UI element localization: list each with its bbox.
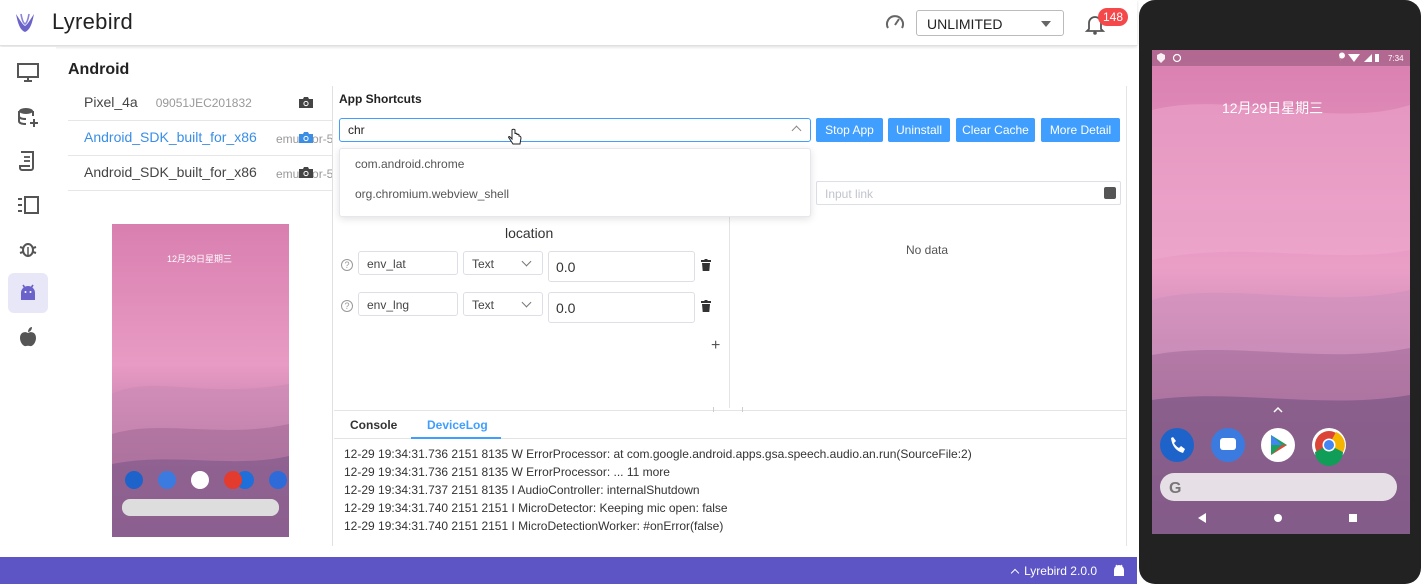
env-key-input[interactable]: env_lat [358, 251, 458, 275]
version-text: Lyrebird 2.0.0 [1024, 564, 1097, 578]
document-nav-button[interactable] [8, 141, 48, 181]
chevron-down-icon [521, 256, 532, 267]
mode-value: UNLIMITED [927, 16, 1003, 32]
device-name: Android_SDK_built_for_x86 [84, 164, 257, 180]
clear-cache-button[interactable]: Clear Cache [956, 118, 1035, 142]
caret-down-icon [1041, 21, 1051, 27]
svg-text:G: G [1169, 480, 1181, 497]
lockscreen-date: 12月29日星期三 [1222, 100, 1324, 116]
top-bar: Lyrebird UNLIMITED 148 [0, 0, 1137, 46]
bug-nav-button[interactable] [8, 229, 48, 269]
camera-icon[interactable] [298, 96, 314, 109]
datamanager-nav-button[interactable] [8, 97, 48, 137]
divider [729, 215, 730, 408]
device-item[interactable]: Android_SDK_built_for_x86emulator-5 [68, 121, 332, 156]
link-placeholder: Input link [825, 187, 874, 201]
mode-select[interactable]: UNLIMITED [916, 10, 1064, 36]
type-select[interactable]: Text [463, 292, 543, 316]
chevron-up-icon [791, 125, 802, 136]
help-icon[interactable]: ? [341, 259, 353, 271]
apple-icon [20, 327, 36, 347]
link-input[interactable]: Input link [816, 181, 1121, 205]
checklist-nav-button[interactable] [8, 185, 48, 225]
device-screenshot-thumbnail[interactable]: 12月29日星期三 [112, 224, 289, 537]
type-select[interactable]: Text [463, 251, 543, 275]
device-log[interactable]: 12-29 19:34:31.736 2151 8135 W ErrorProc… [344, 445, 1124, 540]
stop-app-button[interactable]: Stop App [816, 118, 883, 142]
status-time: 7:34 [1388, 54, 1404, 63]
location-title: location [505, 225, 554, 241]
trash-icon[interactable] [701, 300, 711, 312]
dropdown-option[interactable]: com.android.chrome [340, 149, 810, 179]
app-shortcuts-heading: App Shortcuts [339, 92, 422, 106]
uninstall-button[interactable]: Uninstall [888, 118, 950, 142]
android-icon[interactable] [1113, 564, 1125, 577]
log-line: 12-29 19:34:31.736 2151 8135 W ErrorProc… [344, 447, 972, 461]
emulator-screen[interactable]: G 7:34 12月29日星期三 [1152, 50, 1410, 534]
env-value-input[interactable]: 0.0 [548, 292, 695, 323]
device-list: Pixel_4a 09051JEC201832 Android_SDK_built… [68, 86, 332, 191]
camera-icon[interactable] [298, 166, 314, 179]
empty-state: No data [906, 243, 949, 257]
active-tab-indicator [411, 437, 501, 439]
log-line: 12-29 19:34:31.737 2151 8135 I AudioCont… [344, 483, 700, 497]
dropdown-option[interactable]: org.chromium.webview_shell [340, 179, 810, 209]
bug-icon [19, 243, 37, 257]
open-link-icon[interactable] [1104, 187, 1116, 199]
resize-handle[interactable] [713, 407, 743, 412]
device-name: Android_SDK_built_for_x86 [84, 129, 257, 145]
log-line: 12-29 19:34:31.736 2151 8135 W ErrorProc… [344, 465, 670, 479]
divider [1126, 86, 1127, 546]
footer-bar: Lyrebird 2.0.0 [0, 557, 1137, 584]
tab-devicelog[interactable]: DeviceLog [427, 418, 488, 432]
checklist-icon [18, 196, 39, 214]
left-rail [0, 47, 56, 557]
device-item[interactable]: Android_SDK_built_for_x86emulator-5 [68, 156, 332, 191]
page-title: Android [68, 61, 130, 78]
type-value: Text [472, 257, 495, 271]
app-search-dropdown: com.android.chrome org.chromium.webview_… [339, 148, 811, 217]
env-value-input[interactable]: 0.0 [548, 251, 695, 282]
add-env-button[interactable]: + [711, 337, 720, 355]
camera-icon[interactable] [298, 131, 314, 144]
android-icon [21, 284, 35, 300]
monitor-nav-button[interactable] [8, 53, 48, 93]
divider [332, 86, 333, 546]
search-value: chr [348, 123, 365, 137]
tab-console[interactable]: Console [350, 418, 397, 432]
help-icon[interactable]: ? [341, 300, 353, 312]
android-nav-button[interactable] [8, 273, 48, 313]
thumbnail-date: 12月29日星期三 [167, 254, 233, 264]
log-line: 12-29 19:34:31.740 2151 2151 I MicroDete… [344, 519, 724, 533]
chevron-up-icon [1010, 568, 1020, 578]
env-key-input[interactable]: env_lng [358, 292, 458, 316]
more-detail-button[interactable]: More Detail [1041, 118, 1120, 142]
document-icon [19, 151, 34, 171]
app-search-input[interactable]: chr [339, 118, 811, 142]
notification-badge: 148 [1098, 8, 1129, 26]
app-brand: Lyrebird [52, 9, 134, 34]
database-add-icon [18, 108, 38, 127]
ios-nav-button[interactable] [8, 317, 48, 357]
monitor-icon [17, 63, 39, 82]
chevron-down-icon [521, 297, 532, 308]
version-label[interactable]: Lyrebird 2.0.0 [1010, 564, 1097, 578]
device-name: Pixel_4a [84, 94, 138, 110]
trash-icon[interactable] [701, 259, 711, 271]
device-item[interactable]: Pixel_4a 09051JEC201832 [68, 86, 332, 121]
speedometer-icon [886, 15, 904, 29]
log-line: 12-29 19:34:31.740 2151 2151 I MicroDete… [344, 501, 728, 515]
lyrebird-logo-icon[interactable] [12, 10, 38, 36]
type-value: Text [472, 298, 495, 312]
hand-cursor-icon [508, 128, 522, 145]
device-serial: 09051JEC201832 [155, 96, 252, 110]
